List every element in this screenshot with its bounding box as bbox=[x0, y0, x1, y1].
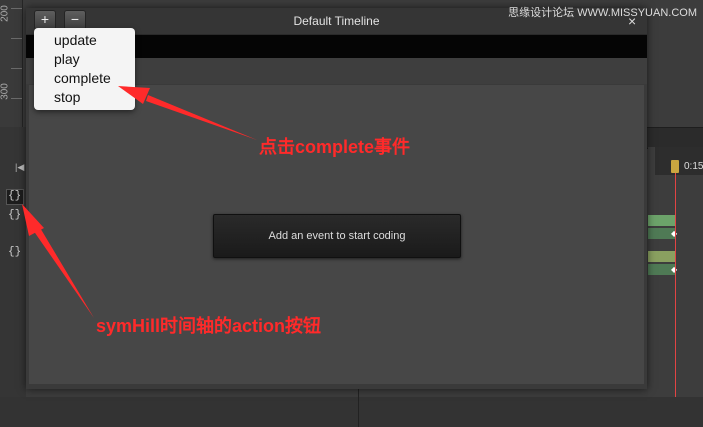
annotation-action-button: symHill时间轴的action按钮 bbox=[96, 316, 322, 336]
annotation-complete-event: 点击complete事件 bbox=[259, 137, 411, 157]
annotation-arrows bbox=[22, 86, 257, 318]
watermark: 思缘设计论坛 WWW.MISSYUAN.COM bbox=[508, 7, 697, 19]
arrow-to-action-button bbox=[22, 204, 94, 318]
arrow-to-complete bbox=[118, 86, 257, 140]
